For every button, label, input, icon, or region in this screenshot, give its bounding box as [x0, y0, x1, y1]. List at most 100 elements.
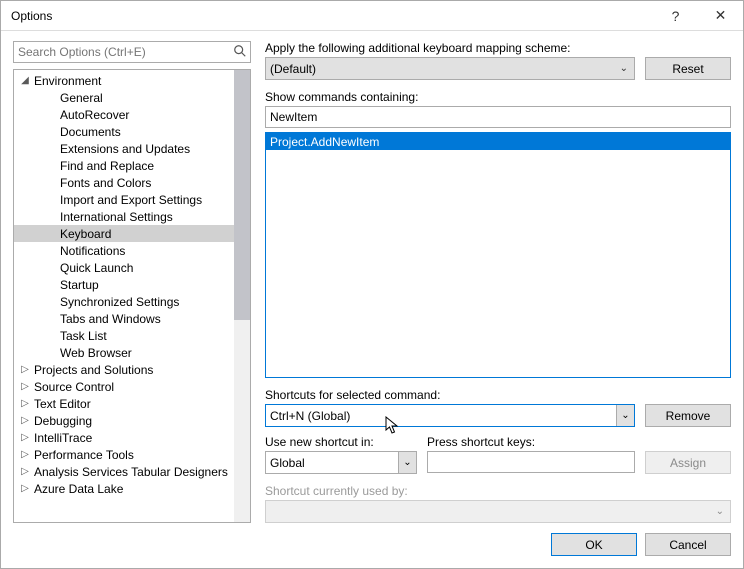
tree-node-label: Web Browser [58, 346, 134, 360]
command-filter-input[interactable] [265, 106, 731, 128]
chevron-right-icon[interactable]: ▷ [18, 364, 32, 375]
currently-used-select: ⌄ [265, 500, 731, 523]
tree-node-label: Startup [58, 278, 101, 292]
tree-node-label: IntelliTrace [32, 431, 94, 445]
tree-node-label: Keyboard [58, 227, 113, 241]
tree-node-autorecover[interactable]: AutoRecover [14, 106, 234, 123]
tree-node-general[interactable]: General [14, 89, 234, 106]
tree-node-international-settings[interactable]: International Settings [14, 208, 234, 225]
tree-node-label: Text Editor [32, 397, 93, 411]
currently-used-label: Shortcut currently used by: [265, 484, 731, 498]
tree-node-label: General [58, 91, 105, 105]
tree-node-label: Performance Tools [32, 448, 136, 462]
commands-listbox[interactable]: Project.AddNewItem [265, 132, 731, 378]
tree-node-synchronized-settings[interactable]: Synchronized Settings [14, 293, 234, 310]
tree-node-label: Find and Replace [58, 159, 156, 173]
tree-node-label: Extensions and Updates [58, 142, 192, 156]
tree-node-label: Task List [58, 329, 109, 343]
tree-node-analysis-services-tabular-designers[interactable]: ▷Analysis Services Tabular Designers [14, 463, 234, 480]
tree-node-label: Tabs and Windows [58, 312, 163, 326]
tree-node-label: Import and Export Settings [58, 193, 204, 207]
tree-node-source-control[interactable]: ▷Source Control [14, 378, 234, 395]
press-keys-input[interactable] [427, 451, 635, 473]
tree-node-find-and-replace[interactable]: Find and Replace [14, 157, 234, 174]
tree-node-intellitrace[interactable]: ▷IntelliTrace [14, 429, 234, 446]
chevron-right-icon[interactable]: ▷ [18, 466, 32, 477]
tree-node-label: Documents [58, 125, 123, 139]
chevron-down-icon: ⌄ [398, 452, 416, 473]
tree-node-projects-and-solutions[interactable]: ▷Projects and Solutions [14, 361, 234, 378]
command-list-item[interactable]: Project.AddNewItem [266, 133, 730, 150]
tree-node-quick-launch[interactable]: Quick Launch [14, 259, 234, 276]
titlebar: Options ? ✕ [1, 1, 743, 31]
scope-value: Global [270, 456, 305, 470]
shortcuts-select[interactable]: Ctrl+N (Global) ⌄ [265, 404, 635, 427]
chevron-down-icon[interactable]: ◢ [18, 75, 32, 86]
tree-node-extensions-and-updates[interactable]: Extensions and Updates [14, 140, 234, 157]
chevron-right-icon[interactable]: ▷ [18, 415, 32, 426]
tree-node-label: Fonts and Colors [58, 176, 153, 190]
close-button[interactable]: ✕ [698, 1, 743, 31]
left-panel: ◢Environment General AutoRecover Documents E… [13, 41, 251, 523]
chevron-right-icon[interactable]: ▷ [18, 398, 32, 409]
cancel-button[interactable]: Cancel [645, 533, 731, 556]
tree-node-notifications[interactable]: Notifications [14, 242, 234, 259]
tree-node-label: International Settings [58, 210, 175, 224]
tree-node-fonts-and-colors[interactable]: Fonts and Colors [14, 174, 234, 191]
chevron-right-icon[interactable]: ▷ [18, 381, 32, 392]
tree-node-keyboard[interactable]: Keyboard [14, 225, 234, 242]
close-icon: ✕ [715, 7, 727, 24]
scope-select[interactable]: Global ⌄ [265, 451, 417, 474]
tree-node-import-and-export-settings[interactable]: Import and Export Settings [14, 191, 234, 208]
tree-node-task-list[interactable]: Task List [14, 327, 234, 344]
shortcuts-for-label: Shortcuts for selected command: [265, 388, 731, 402]
press-keys-label: Press shortcut keys: [427, 435, 731, 449]
search-icon [233, 44, 247, 61]
tree-node-web-browser[interactable]: Web Browser [14, 344, 234, 361]
tree-node-label: Quick Launch [58, 261, 135, 275]
tree-node-label: Debugging [32, 414, 94, 428]
tree-node-performance-tools[interactable]: ▷Performance Tools [14, 446, 234, 463]
tree-node-label: Projects and Solutions [32, 363, 155, 377]
shortcut-value: Ctrl+N (Global) [270, 409, 350, 423]
tree-node-label: Environment [32, 74, 103, 88]
tree-node-label: AutoRecover [58, 108, 131, 122]
chevron-down-icon: ⌄ [716, 506, 724, 517]
chevron-right-icon[interactable]: ▷ [18, 449, 32, 460]
tree-node-text-editor[interactable]: ▷Text Editor [14, 395, 234, 412]
remove-button[interactable]: Remove [645, 404, 731, 427]
tree-node-debugging[interactable]: ▷Debugging [14, 412, 234, 429]
tree-node-label: Notifications [58, 244, 127, 258]
chevron-down-icon: ⌄ [616, 405, 634, 426]
tree-scrollbar[interactable] [234, 70, 250, 522]
reset-button[interactable]: Reset [645, 57, 731, 80]
tree-node-startup[interactable]: Startup [14, 276, 234, 293]
tree-node-label: Analysis Services Tabular Designers [32, 465, 230, 479]
tree-node-azure-data-lake[interactable]: ▷Azure Data Lake [14, 480, 234, 497]
tree-node-label: Azure Data Lake [32, 482, 125, 496]
tree-node-documents[interactable]: Documents [14, 123, 234, 140]
scheme-label: Apply the following additional keyboard … [265, 41, 731, 55]
chevron-right-icon[interactable]: ▷ [18, 483, 32, 494]
help-button[interactable]: ? [653, 1, 698, 31]
assign-button: Assign [645, 451, 731, 474]
chevron-right-icon[interactable]: ▷ [18, 432, 32, 443]
search-input[interactable] [13, 41, 251, 63]
window-title: Options [11, 9, 653, 23]
tree-node-tabs-and-windows[interactable]: Tabs and Windows [14, 310, 234, 327]
keyboard-options-panel: Apply the following additional keyboard … [265, 41, 731, 523]
options-dialog: Options ? ✕ ◢Environment General AutoRecov… [0, 0, 744, 569]
scheme-select[interactable]: (Default) ⌄ [265, 57, 635, 80]
tree-node-label: Source Control [32, 380, 116, 394]
tree-node-label: Synchronized Settings [58, 295, 181, 309]
ok-button[interactable]: OK [551, 533, 637, 556]
scheme-value: (Default) [270, 62, 316, 76]
tree-node-environment[interactable]: ◢Environment [14, 72, 234, 89]
use-new-shortcut-label: Use new shortcut in: [265, 435, 417, 449]
help-icon: ? [672, 8, 680, 24]
tree-scroll-thumb[interactable] [234, 70, 250, 320]
chevron-down-icon: ⌄ [620, 63, 628, 74]
dialog-footer: OK Cancel [1, 523, 743, 568]
options-tree[interactable]: ◢Environment General AutoRecover Documents E… [14, 70, 234, 522]
show-commands-label: Show commands containing: [265, 90, 731, 104]
